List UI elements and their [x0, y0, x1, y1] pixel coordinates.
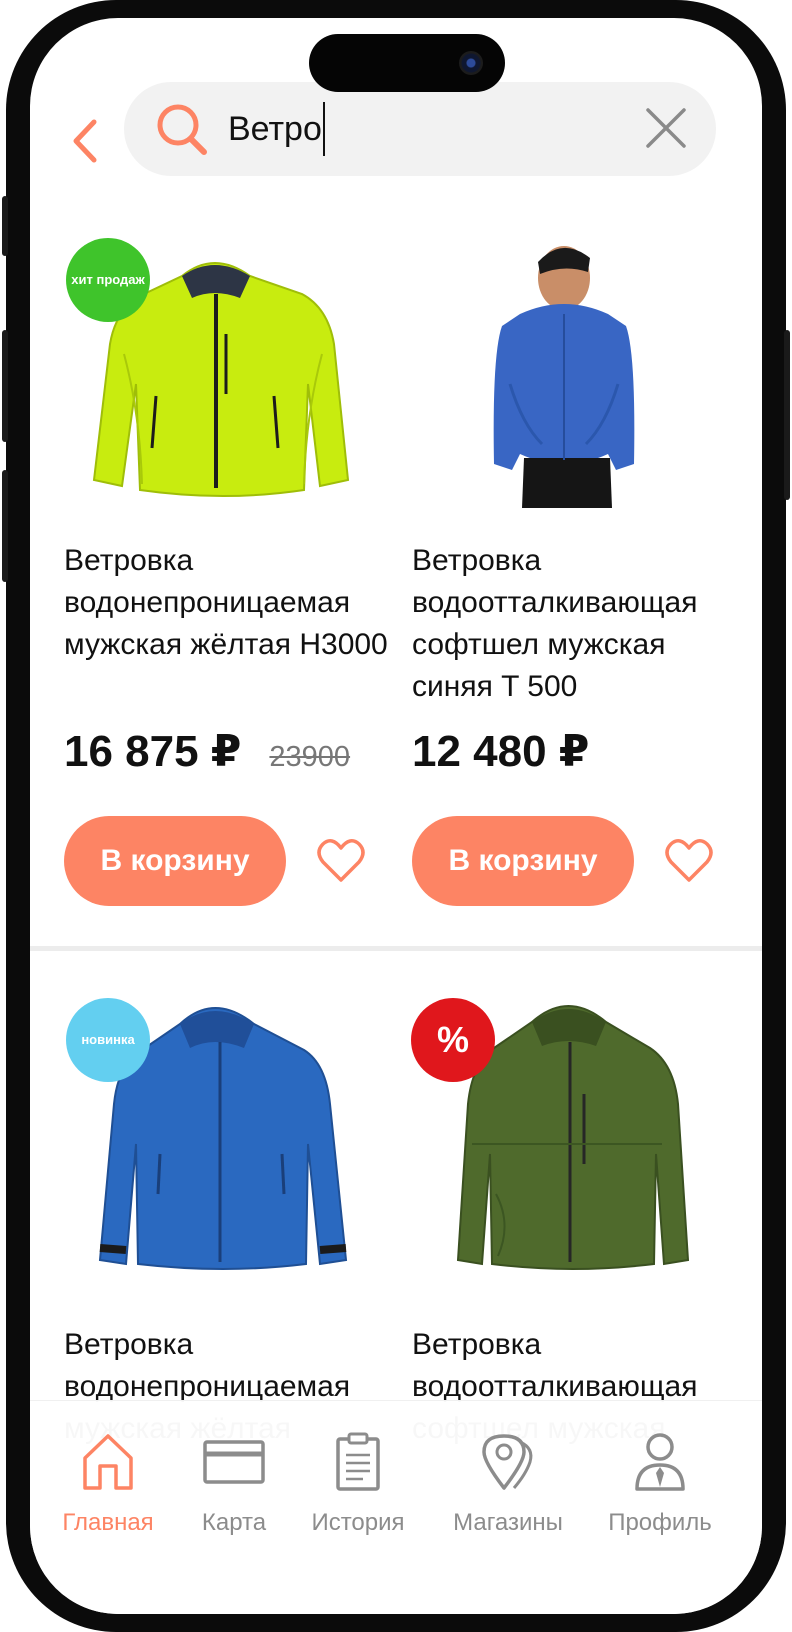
price-row: 12 480 ₽: [412, 726, 589, 777]
nav-item-card[interactable]: Карта: [164, 1429, 304, 1537]
nav-label: Главная: [62, 1509, 154, 1536]
nav-item-profile[interactable]: Профиль: [590, 1429, 730, 1537]
nav-label: Магазины: [453, 1509, 563, 1536]
nav-label: История: [311, 1509, 405, 1536]
old-price: 23900: [269, 741, 351, 773]
add-to-cart-button[interactable]: В корзину: [412, 816, 634, 906]
add-to-cart-button[interactable]: В корзину: [64, 816, 286, 906]
product-price: 12 480 ₽: [412, 727, 590, 776]
heart-icon[interactable]: [316, 836, 366, 886]
phone-frame: Ветро хит продаж Ветровка водонепроницае…: [2, 0, 790, 1632]
nav-item-home[interactable]: Главная: [38, 1429, 178, 1537]
new-badge: новинка: [66, 998, 150, 1082]
product-card[interactable]: % Ветровка водоотталкивающая софтшел муж…: [411, 994, 742, 1445]
phone-volume-up-button: [2, 330, 8, 442]
phone-volume-down-button: [2, 470, 8, 582]
row-divider: [30, 946, 762, 951]
nav-label: Профиль: [608, 1509, 712, 1536]
dynamic-island: [309, 34, 505, 92]
text-cursor: [322, 102, 325, 156]
nav-item-stores[interactable]: Магазины: [438, 1429, 578, 1537]
search-query-text: Ветро: [228, 110, 322, 148]
product-card[interactable]: хит продаж Ветровка водонепроницаемая му…: [64, 234, 394, 924]
product-title[interactable]: Ветровка водоотталкивающая софтшел мужск…: [412, 540, 742, 708]
heart-icon[interactable]: [664, 836, 714, 886]
phone-power-button: [784, 330, 790, 500]
search-bar[interactable]: Ветро: [124, 82, 716, 176]
price-row: 16 875 ₽ 23900: [64, 726, 350, 777]
nav-label: Карта: [201, 1509, 267, 1536]
search-input[interactable]: Ветро: [228, 102, 588, 156]
back-button[interactable]: [60, 106, 110, 176]
product-card[interactable]: Ветровка водоотталкивающая софтшел мужск…: [412, 234, 742, 924]
home-icon: [83, 1434, 133, 1490]
map-pin-icon: [482, 1434, 533, 1490]
product-card[interactable]: новинка Ветровка водонепроницаемая мужск…: [64, 994, 394, 1445]
product-price: 16 875 ₽: [64, 727, 242, 776]
bottom-nav: Главная Карта История Магазины Профиль: [30, 1400, 762, 1614]
app-screen: Ветро хит продаж Ветровка водонепроницае…: [30, 18, 762, 1614]
product-image[interactable]: [412, 234, 732, 524]
chevron-left-icon: [73, 119, 97, 163]
close-icon[interactable]: [644, 106, 688, 150]
phone-side-button: [2, 196, 8, 256]
history-icon: [336, 1432, 380, 1491]
product-title[interactable]: Ветровка водонепроницаемая мужская жёлта…: [64, 540, 394, 666]
search-icon: [157, 104, 207, 155]
front-camera: [459, 51, 483, 75]
nav-item-history[interactable]: История: [288, 1429, 428, 1537]
card-icon: [203, 1440, 265, 1484]
bestseller-badge: хит продаж: [66, 238, 150, 322]
profile-icon: [635, 1433, 685, 1491]
sale-badge: %: [411, 998, 495, 1082]
